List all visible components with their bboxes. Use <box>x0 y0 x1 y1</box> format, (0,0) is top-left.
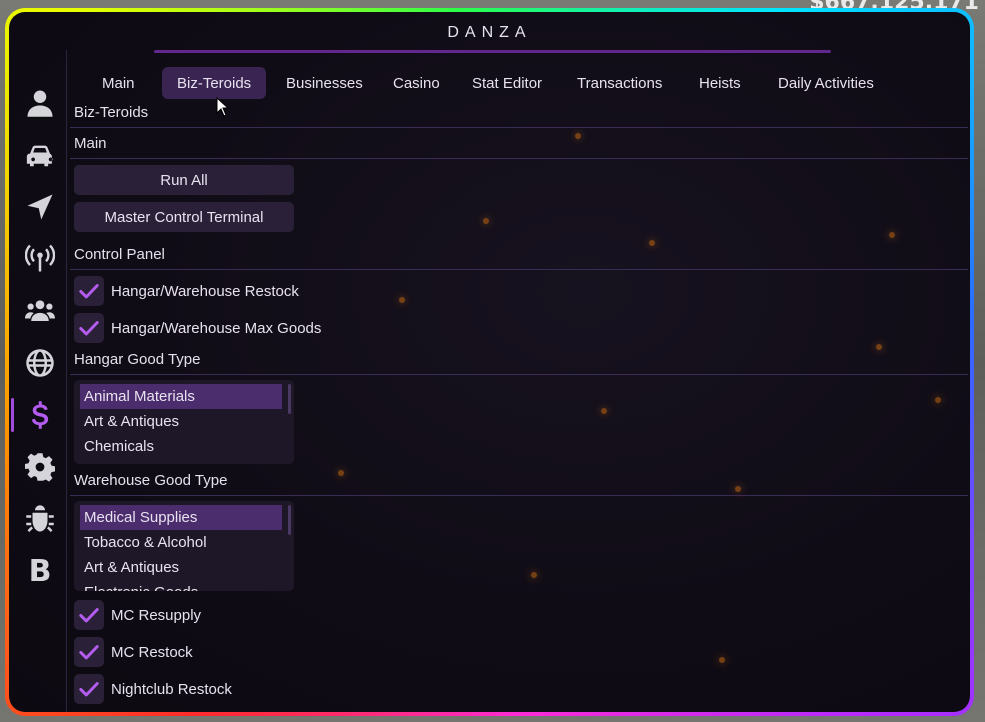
menu-frame: DANZA B Main Biz-Teroids Businesses Casi… <box>5 8 974 716</box>
sidebar-item-self[interactable] <box>21 84 59 122</box>
ambient-dot <box>575 133 581 139</box>
bug-icon <box>26 505 54 532</box>
tab-stat-editor[interactable]: Stat Editor <box>457 67 557 99</box>
control-panel-heading: Control Panel <box>74 246 165 263</box>
check-icon <box>79 645 99 660</box>
hangar-good-type-list[interactable]: Animal Materials Art & Antiques Chemical… <box>74 380 294 464</box>
divider <box>70 495 968 496</box>
users-icon <box>25 300 55 321</box>
scrollbar[interactable] <box>288 505 291 535</box>
nightclub-restock-toggle[interactable]: Nightclub Restock <box>74 673 232 705</box>
tab-businesses[interactable]: Businesses <box>271 67 378 99</box>
list-option[interactable]: Animal Materials <box>80 384 282 409</box>
sidebar-item-debug[interactable] <box>21 500 59 538</box>
list-option[interactable]: Electronic Goods <box>80 580 282 591</box>
active-indicator <box>11 398 14 432</box>
list-option[interactable]: Chemicals <box>80 434 282 459</box>
list-option[interactable]: Tobacco & Alcohol <box>80 530 282 555</box>
sidebar-item-network[interactable] <box>21 240 59 278</box>
ambient-dot <box>399 297 405 303</box>
hangar-good-type-heading: Hangar Good Type <box>74 351 201 368</box>
divider <box>70 374 968 375</box>
car-icon <box>26 145 53 167</box>
broadcast-tower-icon <box>25 244 55 272</box>
mc-restock-toggle[interactable]: MC Restock <box>74 636 193 668</box>
b-letter-icon: B <box>28 553 52 589</box>
sidebar-item-settings[interactable] <box>21 448 59 486</box>
checkbox[interactable] <box>74 313 104 343</box>
divider <box>70 158 968 159</box>
ambient-dot <box>935 397 941 403</box>
ambient-dot <box>531 572 537 578</box>
list-option[interactable]: Art & Antiques <box>80 409 282 434</box>
ambient-dot <box>483 218 489 224</box>
mouse-cursor-icon <box>216 97 230 117</box>
ambient-dot <box>649 240 655 246</box>
check-icon <box>79 321 99 336</box>
gear-icon <box>25 453 55 482</box>
globe-icon <box>26 349 54 377</box>
dollar-icon <box>31 401 49 429</box>
location-arrow-icon <box>27 194 53 220</box>
tab-daily-activities[interactable]: Daily Activities <box>763 67 889 99</box>
checkbox-label: Hangar/Warehouse Restock <box>111 282 299 300</box>
sidebar: B <box>9 50 67 712</box>
tab-heists[interactable]: Heists <box>684 67 756 99</box>
tab-main[interactable]: Main <box>87 67 150 99</box>
master-control-terminal-button[interactable]: Master Control Terminal <box>74 202 294 232</box>
page-heading: Biz-Teroids <box>74 104 149 121</box>
mc-resupply-toggle[interactable]: MC Resupply <box>74 599 201 631</box>
checkbox[interactable] <box>74 637 104 667</box>
sidebar-item-world[interactable] <box>21 344 59 382</box>
tab-biz-teroids[interactable]: Biz-Teroids <box>162 67 267 99</box>
menu-panel: DANZA B Main Biz-Teroids Businesses Casi… <box>9 12 970 712</box>
ambient-dot <box>338 470 344 476</box>
ambient-dot <box>601 408 607 414</box>
ambient-dot <box>719 657 725 663</box>
check-icon <box>79 682 99 697</box>
sidebar-item-money[interactable] <box>11 396 59 434</box>
checkbox-label: Hangar/Warehouse Max Goods <box>111 319 322 337</box>
tab-casino[interactable]: Casino <box>378 67 455 99</box>
sidebar-item-players[interactable] <box>21 292 59 330</box>
sidebar-item-teleport[interactable] <box>21 188 59 226</box>
ambient-dot <box>735 486 741 492</box>
check-icon <box>79 284 99 299</box>
app-title: DANZA <box>447 24 532 41</box>
main-heading: Main <box>74 135 107 152</box>
checkbox-label: MC Restock <box>111 643 193 661</box>
divider <box>70 269 968 270</box>
user-icon <box>27 90 53 117</box>
sidebar-item-vehicle[interactable] <box>21 136 59 174</box>
list-option[interactable]: Medical Supplies <box>80 505 282 530</box>
ambient-dot <box>876 344 882 350</box>
warehouse-good-type-heading: Warehouse Good Type <box>74 472 228 489</box>
sidebar-item-b[interactable]: B <box>21 552 59 590</box>
hangar-warehouse-max-goods-toggle[interactable]: Hangar/Warehouse Max Goods <box>74 312 321 344</box>
list-option[interactable]: Art & Antiques <box>80 555 282 580</box>
checkbox[interactable] <box>74 600 104 630</box>
warehouse-good-type-list[interactable]: Medical Supplies Tobacco & Alcohol Art &… <box>74 501 294 591</box>
tab-transactions[interactable]: Transactions <box>562 67 677 99</box>
check-icon <box>79 608 99 623</box>
run-all-button[interactable]: Run All <box>74 165 294 195</box>
checkbox[interactable] <box>74 276 104 306</box>
checkbox[interactable] <box>74 674 104 704</box>
scrollbar[interactable] <box>288 384 291 414</box>
title-underline <box>154 50 831 53</box>
divider <box>70 127 968 128</box>
ambient-dot <box>889 232 895 238</box>
hangar-warehouse-restock-toggle[interactable]: Hangar/Warehouse Restock <box>74 275 299 307</box>
checkbox-label: MC Resupply <box>111 606 202 624</box>
checkbox-label: Nightclub Restock <box>111 680 232 698</box>
